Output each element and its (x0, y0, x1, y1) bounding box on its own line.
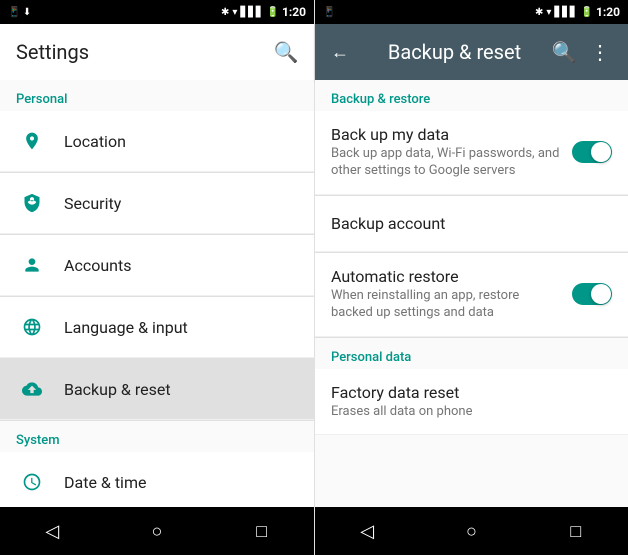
backup-account-item[interactable]: Backup account (315, 196, 628, 252)
system-section-label: System (0, 421, 314, 452)
bt-icon: ✱ (221, 7, 229, 18)
datetime-icon (22, 472, 42, 492)
language-icon (22, 317, 42, 337)
automatic-restore-text: Automatic restore When reinstalling an a… (331, 267, 560, 322)
left-panel: 📱 ⬇ ✱ ▾ ▋▋▋ 🔋 1:20 Settings 🔍 Personal L… (0, 0, 314, 555)
accounts-icon-container (16, 249, 48, 281)
personal-data-section-label: Personal data (315, 338, 628, 369)
sidebar-item-accounts[interactable]: Accounts (0, 235, 314, 296)
right-bt-icon: ✱ (535, 7, 543, 18)
backup-icon-container (16, 373, 48, 405)
backup-icon (22, 379, 42, 399)
location-label: Location (64, 132, 126, 151)
left-top-bar-title: Settings (16, 40, 274, 64)
backup-my-data-item[interactable]: Back up my data Back up app data, Wi-Fi … (315, 111, 628, 195)
right-panel: 📱 ✱ ▾ ▋▋▋ 🔋 1:20 ← Backup & reset 🔍 ⋮ Ba… (314, 0, 628, 555)
notification-icons: 📱 ⬇ (8, 7, 31, 18)
more-options-icon[interactable]: ⋮ (588, 40, 612, 64)
factory-reset-title: Factory data reset (331, 383, 612, 402)
backup-my-data-text: Back up my data Back up app data, Wi-Fi … (331, 125, 560, 180)
right-battery-icon: 🔋 (581, 7, 593, 18)
right-bottom-nav: ◁ ○ □ (315, 507, 628, 555)
factory-reset-subtitle: Erases all data on phone (331, 404, 612, 421)
right-status-icons-left: 📱 (323, 7, 335, 18)
security-icon-container (16, 187, 48, 219)
right-top-bar-icons: 🔍 ⋮ (552, 40, 612, 64)
right-status-icons-right: ✱ ▾ ▋▋▋ 🔋 1:20 (535, 5, 620, 19)
backup-my-data-subtitle: Back up app data, Wi-Fi passwords, and o… (331, 146, 560, 180)
automatic-restore-item[interactable]: Automatic restore When reinstalling an a… (315, 253, 628, 337)
back-arrow-icon[interactable]: ← (331, 42, 349, 63)
home-button[interactable]: ○ (127, 507, 187, 555)
search-icon[interactable]: 🔍 (274, 40, 298, 64)
security-icon (22, 193, 42, 213)
sidebar-item-security[interactable]: Security (0, 173, 314, 234)
back-button[interactable]: ◁ (22, 507, 82, 555)
sidebar-item-language[interactable]: Language & input (0, 297, 314, 358)
backup-my-data-toggle[interactable] (572, 141, 612, 163)
automatic-restore-subtitle: When reinstalling an app, restore backed… (331, 288, 560, 322)
left-status-bar: 📱 ⬇ ✱ ▾ ▋▋▋ 🔋 1:20 (0, 0, 314, 24)
signal-icon: ▋▋▋ (240, 7, 263, 18)
right-wifi-icon: ▾ (546, 7, 551, 18)
personal-section-label: Personal (0, 80, 314, 111)
sidebar-item-datetime[interactable]: Date & time (0, 452, 314, 507)
right-notification-icons: 📱 (323, 7, 335, 18)
recent-button[interactable]: □ (232, 507, 292, 555)
left-top-bar-icons: 🔍 (274, 40, 298, 64)
backup-my-data-title: Back up my data (331, 125, 560, 144)
location-icon (22, 131, 42, 151)
accounts-icon (22, 255, 42, 275)
battery-icon: 🔋 (267, 7, 279, 18)
sidebar-item-location[interactable]: Location (0, 111, 314, 172)
left-bottom-nav: ◁ ○ □ (0, 507, 314, 555)
left-time: 1:20 (282, 5, 306, 19)
right-home-button[interactable]: ○ (441, 507, 501, 555)
security-label: Security (64, 194, 121, 213)
right-signal-icon: ▋▋▋ (554, 7, 577, 18)
factory-reset-text: Factory data reset Erases all data on ph… (331, 383, 612, 421)
backup-account-title: Backup account (331, 214, 612, 233)
sidebar-item-backup[interactable]: Backup & reset (0, 359, 314, 420)
wifi-icon: ▾ (232, 7, 237, 18)
right-time: 1:20 (596, 5, 620, 19)
right-top-bar-title: Backup & reset (357, 40, 552, 64)
language-label: Language & input (64, 318, 188, 337)
left-settings-list: Personal Location Security (0, 80, 314, 507)
right-status-bar: 📱 ✱ ▾ ▋▋▋ 🔋 1:20 (315, 0, 628, 24)
right-recent-button[interactable]: □ (546, 507, 606, 555)
backup-label: Backup & reset (64, 380, 171, 399)
accounts-label: Accounts (64, 256, 131, 275)
factory-reset-item[interactable]: Factory data reset Erases all data on ph… (315, 369, 628, 436)
backup-account-text: Backup account (331, 214, 612, 233)
right-search-icon[interactable]: 🔍 (552, 40, 576, 64)
language-icon-container (16, 311, 48, 343)
status-icons-right: ✱ ▾ ▋▋▋ 🔋 1:20 (221, 5, 306, 19)
left-top-bar: Settings 🔍 (0, 24, 314, 80)
location-icon-container (16, 125, 48, 157)
right-back-button[interactable]: ◁ (337, 507, 397, 555)
automatic-restore-title: Automatic restore (331, 267, 560, 286)
datetime-label: Date & time (64, 473, 146, 492)
backup-restore-section-label: Backup & restore (315, 80, 628, 111)
automatic-restore-toggle[interactable] (572, 283, 612, 305)
datetime-icon-container (16, 466, 48, 498)
backup-settings-list: Backup & restore Back up my data Back up… (315, 80, 628, 507)
right-top-bar: ← Backup & reset 🔍 ⋮ (315, 24, 628, 80)
status-icons-left: 📱 ⬇ (8, 7, 31, 18)
